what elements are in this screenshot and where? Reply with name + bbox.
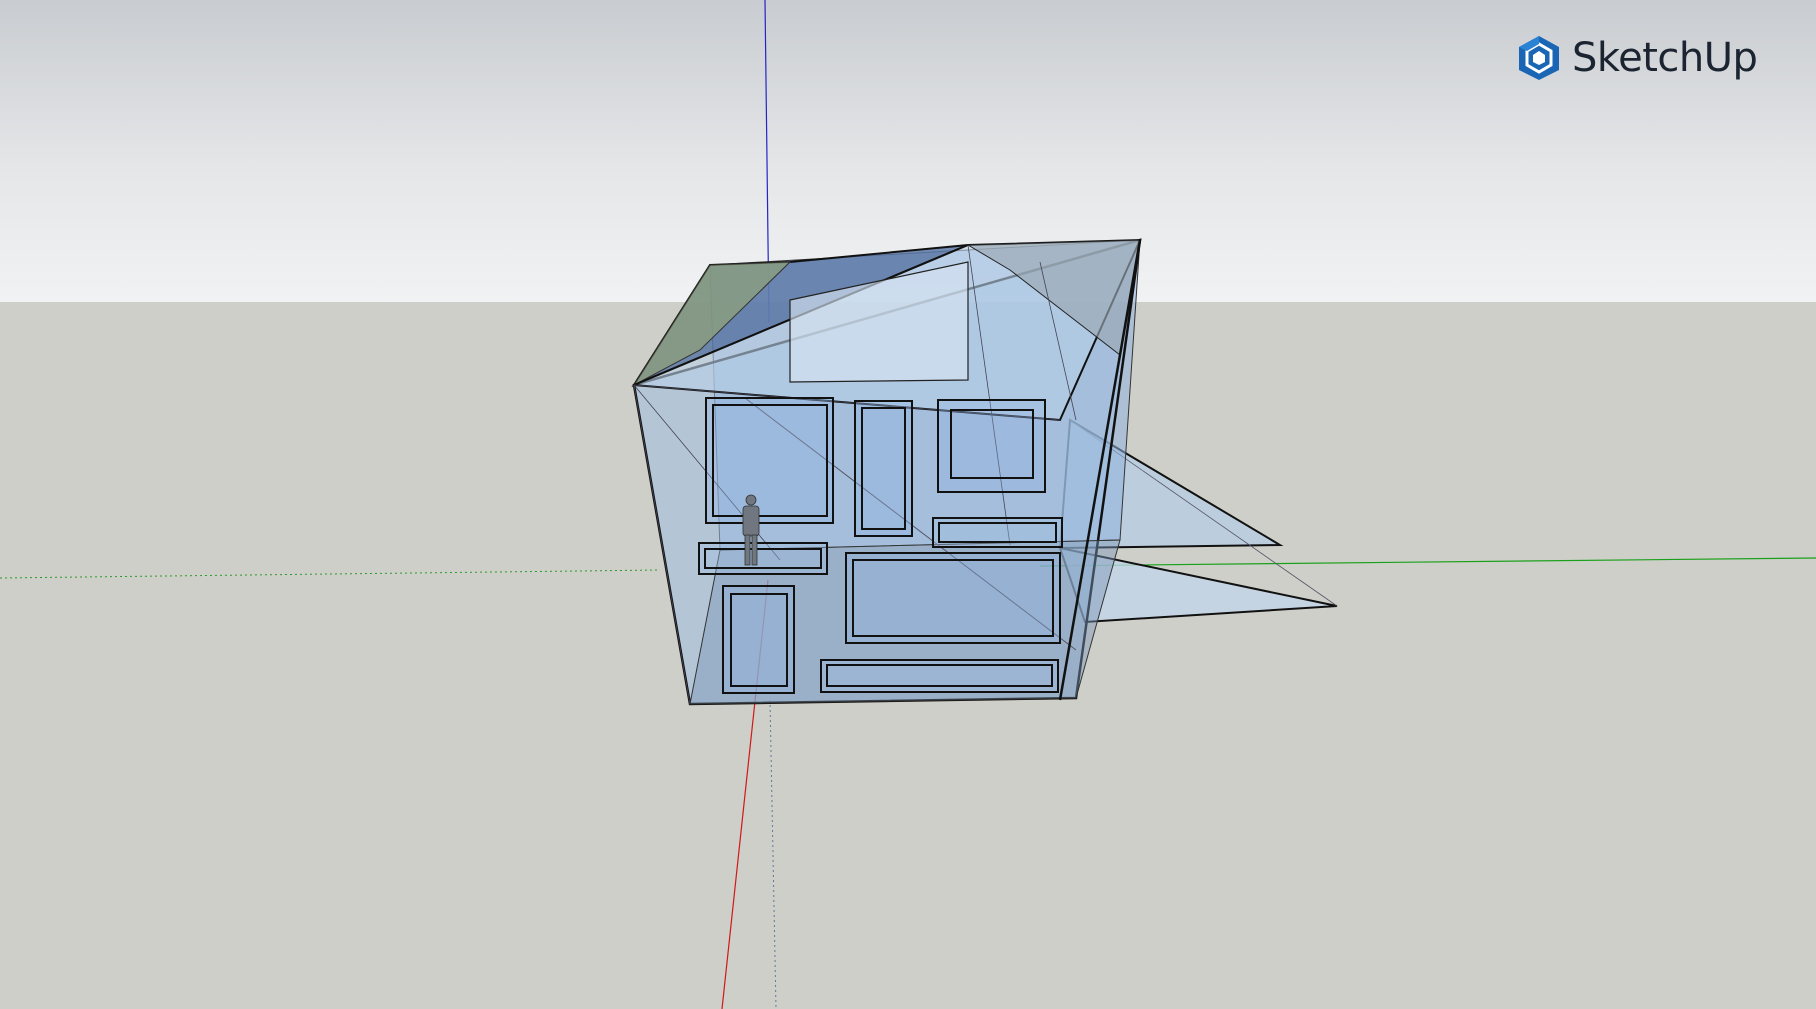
window-upper-middle — [854, 400, 913, 537]
brand-logo: SketchUp — [1516, 33, 1758, 83]
opening-left-strip — [698, 542, 828, 575]
green-axis-negative — [0, 569, 661, 579]
window-upper-left — [705, 397, 834, 524]
brand-name: SketchUp — [1572, 35, 1758, 81]
opening-large-middle — [845, 552, 1061, 644]
green-axis-hidden — [769, 699, 777, 1009]
model-scene[interactable] — [0, 0, 1816, 1009]
modeling-viewport[interactable]: SketchUp — [0, 0, 1816, 1009]
green-axis-positive — [1039, 557, 1816, 567]
sketchup-logo-icon — [1519, 36, 1559, 80]
door-opening — [722, 585, 795, 694]
